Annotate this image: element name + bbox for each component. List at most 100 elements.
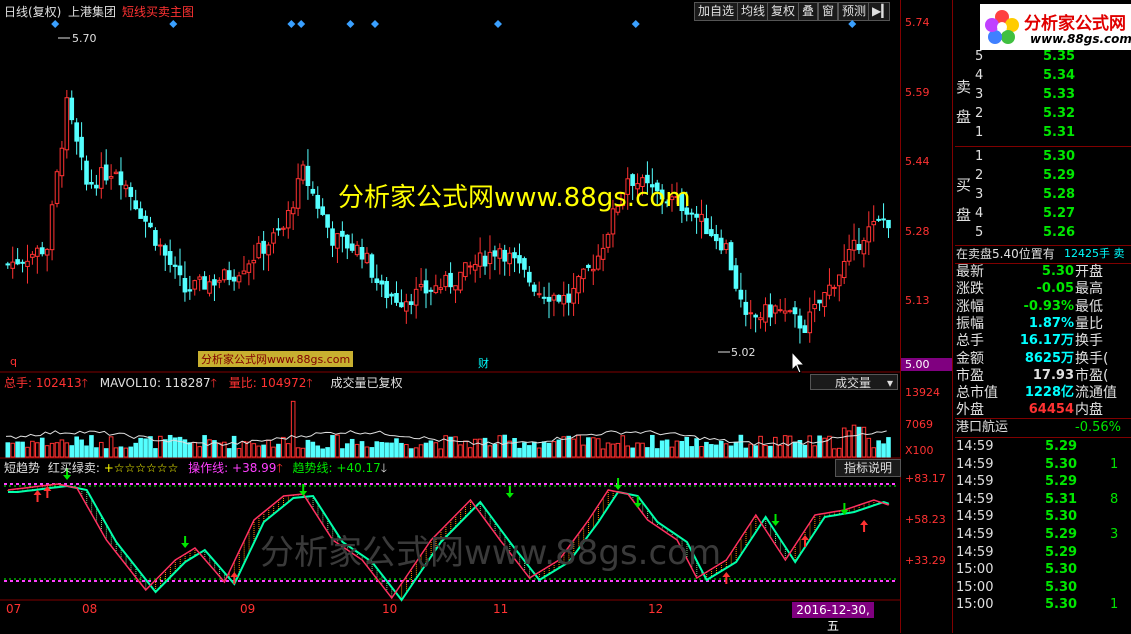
stat-value: -0.93% [1023,298,1075,314]
stat-label: 涨幅 [956,298,984,315]
volume-bar [463,440,468,458]
candle-body [448,272,453,288]
candle-body [74,122,79,142]
buy-arrow-icon [33,490,42,502]
volume-bar [335,434,340,458]
volume-tick: 7069 [905,418,933,431]
volume-unit: X100 [905,444,934,457]
candle-body [192,280,198,290]
candle-body [748,312,754,315]
candle-body [84,160,89,185]
volume-bar [236,448,242,458]
candle-body [753,314,758,318]
candle-body [413,288,419,306]
volume-bar [389,442,394,458]
volume-bar [881,443,886,458]
volume-bar [777,444,783,458]
volume-bar [49,442,55,458]
sell-price: 5.33 [1043,87,1076,102]
candle-body [428,289,434,292]
candle-body [315,194,321,209]
volume-bar [103,448,109,458]
tick-price: 5.29 [1045,439,1078,454]
volume-header: 总手: 102413🡑 MAVOL10: 118287🡑 量比: 104972🡑… [4,376,403,390]
high-price-label: 5.70 [72,32,97,45]
volume-bar [836,447,842,458]
stat-label: 总手 [956,333,984,350]
candle-body [44,248,50,256]
current-price-tag: 5.00 [901,358,955,371]
candle-body [502,249,508,262]
volume-bar [167,434,173,458]
candle-body [566,293,571,303]
volume-dropdown[interactable]: 成交量 ▾ [810,374,898,390]
mavol-label: MAVOL10: 118287 [99,376,211,390]
volume-bar [453,436,458,458]
volume-bar [438,448,444,458]
candle-body [802,325,808,333]
signal-diamond [631,20,640,28]
volume-bar [527,445,532,458]
candle-body [881,218,886,221]
candle-body [531,284,537,292]
candle-body [836,274,842,287]
volume-bar [886,437,891,458]
candle-body [261,240,266,254]
indicator-header: 短趋势 红买绿卖: +☆☆☆☆☆☆ 操作线: +38.99🡑 趋势线: +40.… [4,461,388,475]
volume-bar [487,445,493,458]
volume-bar [217,442,222,458]
volume-bar [285,443,291,458]
candle-body [217,279,222,283]
tick-price: 5.30 [1045,509,1078,525]
volume-bar [669,446,675,458]
volume-bar [39,437,45,458]
volume-bar [763,445,768,458]
sell-price: 5.31 [1043,125,1076,140]
indicator-explain-button[interactable]: 指标说明 [835,459,901,477]
watermark-main: 分析家公式网www.88gs.com [338,183,691,213]
candle-body [300,164,306,181]
volume-bar [35,442,40,458]
candle-body [546,296,552,302]
price-tick: 5.59 [905,86,930,99]
volume-bar [571,438,576,458]
volume-bar [123,447,129,458]
volume-bar [876,440,881,458]
volume-bar [551,441,557,458]
volume-bar [133,442,139,458]
candle-body [359,246,365,260]
q-marker: q [10,355,17,368]
volume-bar [15,441,20,458]
candle-body [586,264,591,268]
book-divider [955,146,1131,147]
volume-bar [674,440,680,458]
sector-name[interactable]: 港口航运 [956,419,1008,437]
tick-time: 14:59 [956,491,994,507]
volume-bar [108,436,114,458]
candle-body [536,293,542,296]
stat-label: 最新 [956,264,984,280]
volume-bar [713,444,719,458]
volume-bar [645,447,650,458]
volume-bar [423,442,429,458]
candle-body [374,278,380,284]
candle-body [118,171,124,186]
candle-body [49,204,55,251]
sell-level: 1 [975,125,984,140]
candle-body [187,289,193,292]
buy-price: 5.27 [1043,206,1076,221]
finance-marker[interactable]: 财 [478,355,489,371]
stat-value: 5.30 [1041,264,1074,279]
logo-url: www.88gs.com [1030,32,1131,46]
candle-body [822,291,827,308]
volume-bar [113,447,119,458]
candle-body [527,271,532,283]
volume-bar [630,447,635,458]
candle-body [69,97,75,121]
stat-label-2: 最低 [1075,298,1103,315]
candle-body [458,271,463,291]
volume-bar [556,439,562,458]
candle-body [290,207,296,215]
candle-body [281,227,286,230]
candle-body [605,233,611,248]
